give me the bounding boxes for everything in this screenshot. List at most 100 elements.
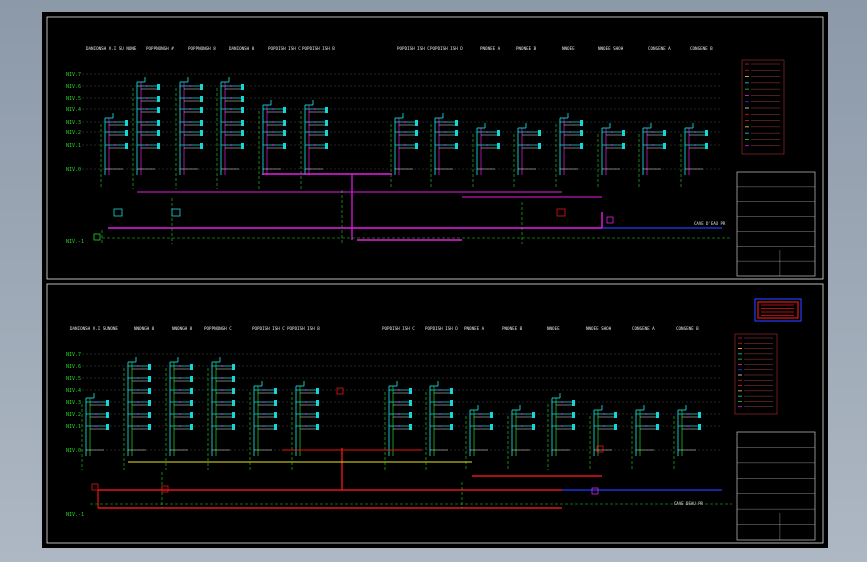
- level-label: NIV.6: [66, 364, 81, 370]
- column-header: POPDISH ISH D: [430, 46, 463, 51]
- fixture-mark: [455, 143, 458, 149]
- fixture-mark: [572, 412, 575, 418]
- valve-mark: [95, 425, 97, 427]
- fixture-mark: [232, 376, 235, 382]
- fixture-mark: [125, 143, 128, 149]
- valve-mark: [272, 131, 274, 133]
- valve-mark: [137, 365, 139, 367]
- fixture-mark: [622, 130, 625, 136]
- fixture-mark: [190, 424, 193, 430]
- valve-mark: [569, 144, 571, 146]
- valve-mark: [439, 425, 441, 427]
- column-header: POPDISH ISH B: [287, 326, 320, 331]
- level-label: NIV.0: [66, 448, 81, 454]
- fixture-mark: [538, 143, 541, 149]
- valve-mark: [444, 131, 446, 133]
- fixture-mark: [325, 120, 328, 126]
- valve-mark: [146, 121, 148, 123]
- valve-mark: [314, 144, 316, 146]
- column-header: CONGENE B: [690, 46, 713, 51]
- valve-mark: [230, 97, 232, 99]
- fixture-mark: [241, 96, 244, 102]
- fixture-mark: [580, 130, 583, 136]
- fixture-mark: [232, 424, 235, 430]
- fixture-mark: [450, 388, 453, 394]
- valve-mark: [652, 131, 654, 133]
- valve-mark: [305, 413, 307, 415]
- fixture-mark: [190, 388, 193, 394]
- fixture-mark: [532, 412, 535, 418]
- fixture-mark: [232, 412, 235, 418]
- fixture-mark: [572, 400, 575, 406]
- fixture-mark: [232, 400, 235, 406]
- fixture-mark: [656, 424, 659, 430]
- fixture-mark: [455, 120, 458, 126]
- valve-mark: [179, 365, 181, 367]
- fixture-mark: [283, 107, 286, 113]
- valve-mark: [179, 401, 181, 403]
- bottom-panel: DANIONSH V.I SUNONE NNONGH 8 NNONGH 8 POPPN…: [66, 298, 816, 541]
- valve-mark: [263, 389, 265, 391]
- valve-mark: [179, 425, 181, 427]
- valve-mark: [527, 144, 529, 146]
- valve-mark: [611, 144, 613, 146]
- column-header: POPPNONGH C: [204, 326, 232, 331]
- fixture-mark: [200, 143, 203, 149]
- fixture-mark: [656, 412, 659, 418]
- fixture-mark: [106, 424, 109, 430]
- level-label: NIV.7: [66, 352, 81, 358]
- column-header: POPDISH ISH C: [252, 326, 285, 331]
- plumbing-schematic: DANIONSH V.I SU NONE POPPNONGH # POPPNONGH…: [46, 16, 824, 544]
- legend-box: [734, 333, 778, 415]
- valve-mark: [404, 144, 406, 146]
- fixture-mark: [409, 400, 412, 406]
- equipment-symbol: [171, 208, 181, 217]
- valve-mark: [189, 97, 191, 99]
- fixture-mark: [274, 412, 277, 418]
- fixture-mark: [283, 143, 286, 149]
- valve-mark: [263, 401, 265, 403]
- equipment-symbol: [161, 485, 169, 493]
- level-label: NIV.-1: [66, 512, 84, 518]
- column-header: POPPNONGH #: [146, 46, 174, 51]
- valve-mark: [272, 108, 274, 110]
- valve-mark: [230, 131, 232, 133]
- valve-mark: [114, 121, 116, 123]
- fixture-mark: [450, 400, 453, 406]
- valve-mark: [179, 377, 181, 379]
- title-block: [736, 171, 816, 277]
- valve-mark: [146, 108, 148, 110]
- fixture-mark: [415, 130, 418, 136]
- valve-mark: [561, 425, 563, 427]
- fixture-mark: [614, 424, 617, 430]
- fixture-mark: [705, 143, 708, 149]
- fixture-mark: [705, 130, 708, 136]
- valve-mark: [189, 121, 191, 123]
- fixture-mark: [325, 143, 328, 149]
- equipment-symbol: [606, 216, 614, 224]
- valve-mark: [439, 401, 441, 403]
- valve-mark: [603, 425, 605, 427]
- valve-mark: [146, 131, 148, 133]
- valve-mark: [146, 85, 148, 87]
- column-header: POPDISH ISH D: [425, 326, 458, 331]
- valve-mark: [645, 413, 647, 415]
- fixture-mark: [274, 424, 277, 430]
- column-header: POPDISH ISH C: [268, 46, 301, 51]
- cad-viewport: DANIONSH V.I SU NONE POPPNONGH # POPPNONGH…: [0, 0, 867, 562]
- fixture-mark: [274, 388, 277, 394]
- valve-mark: [189, 144, 191, 146]
- column-header: POPDISH ISH B: [302, 46, 335, 51]
- level-label: NIV.1: [66, 424, 81, 430]
- valve-mark: [611, 131, 613, 133]
- column-header: POPPNONGH 8: [188, 46, 216, 51]
- fixture-mark: [200, 130, 203, 136]
- valve-mark: [146, 97, 148, 99]
- valve-mark: [314, 108, 316, 110]
- fixture-mark: [190, 376, 193, 382]
- valve-mark: [486, 144, 488, 146]
- valve-mark: [305, 425, 307, 427]
- valve-mark: [687, 413, 689, 415]
- fixture-mark: [241, 143, 244, 149]
- fixture-mark: [325, 107, 328, 113]
